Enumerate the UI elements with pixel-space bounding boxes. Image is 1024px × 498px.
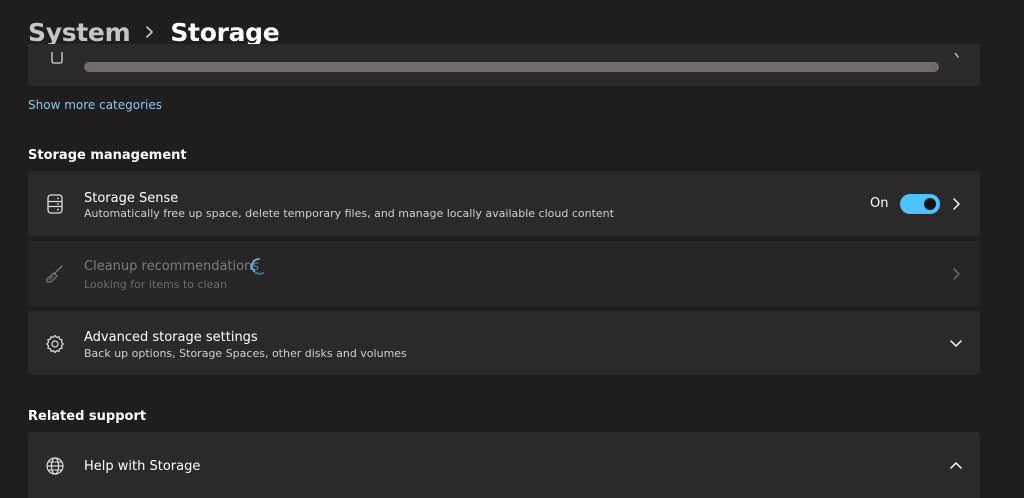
- breadcrumb-system[interactable]: System: [28, 18, 131, 47]
- page-title: Storage: [170, 17, 280, 47]
- chevron-right-icon: [130, 25, 170, 39]
- storage-sense-title: Storage Sense: [84, 191, 179, 206]
- storage-drive-icon: [44, 193, 66, 215]
- advanced-storage-settings-row[interactable]: Advanced storage settings Back up option…: [28, 311, 980, 375]
- toggle-knob: [924, 198, 936, 210]
- help-with-storage-title: Help with Storage: [84, 459, 201, 474]
- chevron-down-icon[interactable]: [948, 335, 964, 351]
- chevron-up-icon[interactable]: [948, 458, 964, 474]
- gear-icon: [44, 333, 66, 355]
- advanced-storage-subtitle: Back up options, Storage Spaces, other d…: [84, 347, 407, 360]
- usage-bar: [84, 62, 939, 72]
- show-more-categories-link[interactable]: Show more categories: [28, 98, 162, 112]
- chevron-right-icon[interactable]: [948, 196, 964, 212]
- help-with-storage-row[interactable]: Help with Storage: [28, 432, 980, 498]
- cleanup-recommendations-row[interactable]: Cleanup recommendations Looking for item…: [28, 241, 980, 306]
- storage-sense-toggle[interactable]: [900, 194, 940, 214]
- storage-sense-row[interactable]: Storage Sense Automatically free up spac…: [28, 171, 980, 236]
- settings-page: System Storage Show more categories Stor…: [0, 0, 1024, 498]
- section-title-storage-management: Storage management: [28, 148, 187, 163]
- advanced-storage-title: Advanced storage settings: [84, 330, 258, 345]
- storage-category-row[interactable]: [28, 44, 980, 86]
- cleanup-title: Cleanup recommendations: [84, 259, 260, 274]
- chevron-right-icon: [948, 266, 964, 282]
- storage-sense-subtitle: Automatically free up space, delete temp…: [84, 207, 614, 220]
- loading-spinner-icon: [250, 257, 266, 279]
- cleanup-subtitle: Looking for items to clean: [84, 278, 228, 291]
- globe-icon: [44, 455, 66, 477]
- trash-icon: [50, 50, 64, 69]
- chevron-right-icon: [952, 46, 962, 65]
- toggle-state-label: On: [870, 196, 889, 211]
- broom-icon: [44, 263, 66, 285]
- section-title-related-support: Related support: [28, 409, 147, 424]
